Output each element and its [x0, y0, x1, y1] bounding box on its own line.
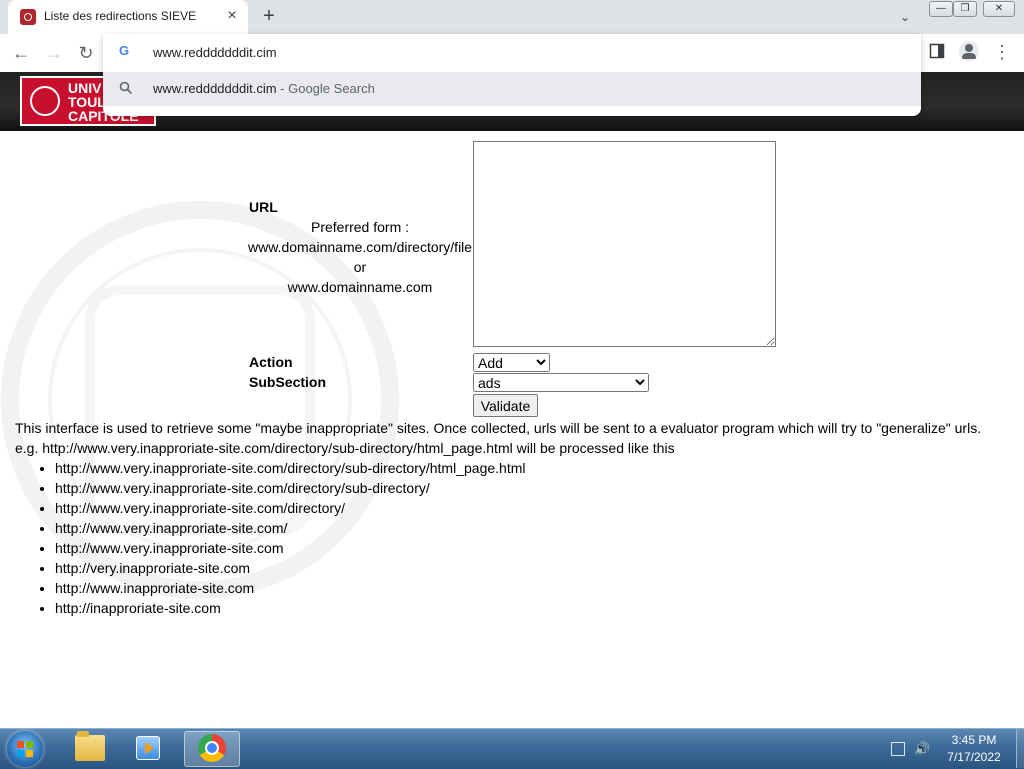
new-tab-button[interactable]: + — [258, 5, 280, 27]
description-line-2: e.g. http://www.very.inapproriate-site.c… — [15, 440, 675, 456]
description-line-1: This interface is used to retrieve some … — [15, 420, 982, 436]
google-icon: G — [119, 43, 130, 58]
reload-icon[interactable]: ↻ — [75, 42, 97, 64]
window-minimize-button[interactable]: — — [929, 1, 953, 17]
show-desktop-button[interactable] — [1016, 729, 1024, 768]
folder-icon — [75, 731, 105, 761]
list-item: http://inapproriate-site.com — [55, 600, 525, 620]
list-item: http://www.very.inapproriate-site.com/di… — [55, 480, 525, 500]
list-item: http://www.very.inapproriate-site.com/di… — [55, 500, 525, 520]
profile-avatar-icon[interactable] — [959, 41, 979, 61]
seal-icon — [30, 86, 60, 116]
validate-button[interactable]: Validate — [473, 394, 538, 417]
volume-icon[interactable]: 🔊 — [914, 742, 930, 756]
close-tab-icon[interactable]: × — [223, 7, 241, 25]
list-item: http://www.very.inapproriate-site.com/di… — [55, 460, 525, 480]
suggestion-text[interactable]: www.redddddddit.cim - Google Search — [153, 81, 375, 96]
url-hint-line-4: www.domainname.com — [287, 279, 433, 295]
search-icon — [119, 81, 133, 95]
suggestion-suffix: - Google Search — [276, 81, 375, 96]
chrome-icon — [198, 734, 226, 762]
clock-time[interactable]: 3:45 PM — [935, 733, 1013, 747]
clock-date[interactable]: 7/17/2022 — [935, 750, 1013, 764]
site-favicon-icon — [20, 9, 36, 25]
window-restore-button[interactable]: ❐ — [953, 1, 977, 17]
side-panel-icon[interactable] — [929, 43, 945, 59]
list-item: http://www.inapproriate-site.com — [55, 580, 525, 600]
forward-arrow-icon[interactable]: → — [43, 42, 65, 64]
network-icon[interactable] — [891, 742, 905, 756]
list-item: http://www.very.inapproriate-site.com/ — [55, 520, 525, 540]
action-select[interactable]: Add — [473, 353, 550, 372]
window-close-button[interactable]: ✕ — [983, 1, 1015, 17]
windows-flag-icon — [17, 741, 33, 757]
suggestion-query: www.redddddddit.cim — [153, 81, 277, 96]
kebab-menu-icon[interactable]: ⋮ — [993, 42, 1011, 62]
tab-search-chevron-icon[interactable]: ⌄ — [896, 8, 914, 26]
media-player-icon — [136, 736, 160, 760]
subsection-label: SubSection — [249, 374, 327, 390]
list-item: http://very.inapproriate-site.com — [55, 560, 525, 580]
url-textarea[interactable] — [473, 141, 776, 347]
back-arrow-icon[interactable]: ← — [10, 42, 32, 64]
example-url-list: http://www.very.inapproriate-site.com/di… — [15, 460, 525, 620]
url-hint-line-2: www.domainname.com/directory/file — [248, 239, 473, 255]
url-hint-line-1: Preferred form : — [310, 219, 410, 235]
address-bar-input[interactable] — [153, 43, 853, 61]
subsection-select[interactable]: ads — [473, 373, 649, 392]
list-item: http://www.very.inapproriate-site.com — [55, 540, 525, 560]
action-label: Action — [249, 354, 293, 370]
url-label: URL — [249, 199, 278, 215]
tab-title: Liste des redirections SIEVE — [44, 9, 197, 23]
url-hint-line-3: or — [353, 259, 367, 275]
